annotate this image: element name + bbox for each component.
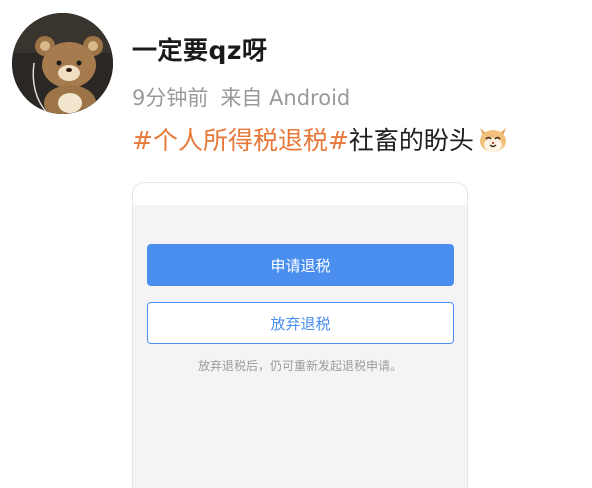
post-body: 社畜的盼头	[348, 126, 474, 155]
post-time: 9分钟前	[132, 86, 209, 110]
bear-avatar-icon	[12, 13, 113, 114]
embedded-screenshot[interactable]: 申请退税 放弃退税 放弃退税后，仍可重新发起退税申请。	[132, 182, 468, 488]
weibo-post: 一定要qz呀 9分钟前 来自 Android #个人所得税退税# 社畜的盼头 申请…	[0, 0, 592, 488]
refund-hint-text: 放弃退税后，仍可重新发起退税申请。	[197, 359, 402, 373]
username[interactable]: 一定要qz呀	[132, 31, 267, 67]
abandon-refund-button[interactable]: 放弃退税	[147, 302, 454, 344]
post-text: #个人所得税退税# 社畜的盼头	[132, 121, 510, 157]
apply-refund-button[interactable]: 申请退税	[147, 244, 454, 286]
topic-hashtag-link[interactable]: #个人所得税退税#	[132, 121, 349, 157]
avatar[interactable]	[12, 13, 113, 114]
cat-face-emoji-icon	[476, 122, 510, 156]
post-source[interactable]: 来自 Android	[220, 86, 350, 110]
post-meta: 9分钟前 来自 Android	[132, 82, 350, 112]
screenshot-top-bar	[133, 183, 467, 205]
